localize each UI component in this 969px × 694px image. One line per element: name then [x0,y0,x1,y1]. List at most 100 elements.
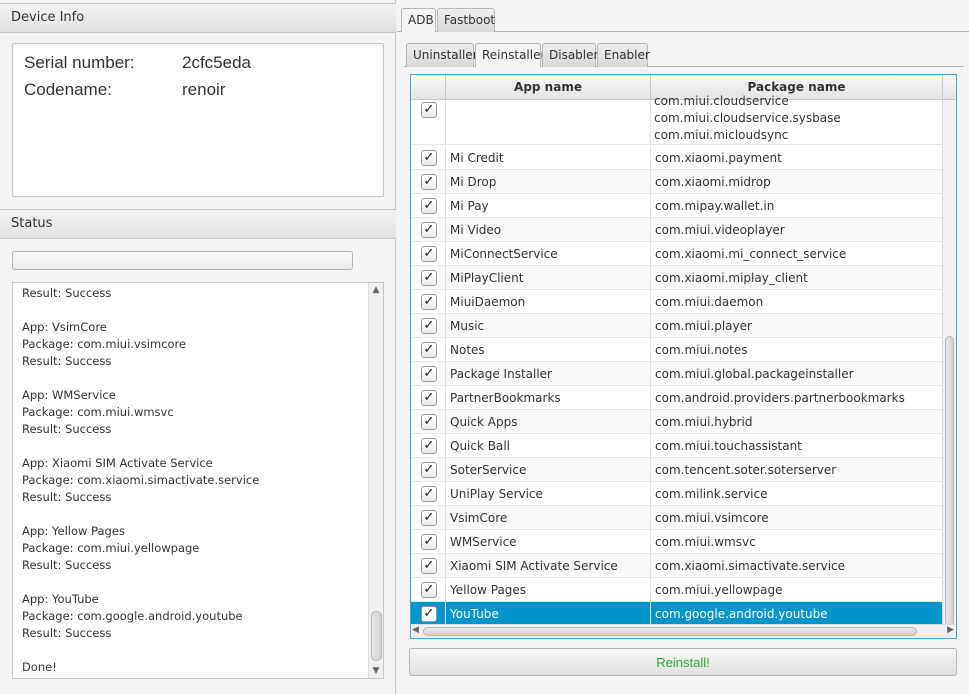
check-cell[interactable]: ✓ [411,266,446,290]
check-icon[interactable]: ✓ [421,318,437,334]
reinstall-button[interactable]: Reinstall! [409,648,957,676]
table-scrollbar[interactable] [942,100,956,626]
app-name-cell: Music [446,314,651,338]
check-icon[interactable]: ✓ [421,606,437,622]
table-row[interactable]: ✓ SoterService com.tencent.soter.soterserv… [411,458,942,482]
check-icon[interactable]: ✓ [421,438,437,454]
check-icon[interactable]: ✓ [421,270,437,286]
check-icon[interactable]: ✓ [421,558,437,574]
table-scroll-thumb[interactable] [945,336,954,626]
table-row[interactable]: ✓ Mi Video com.miui.videoplayer [411,218,942,242]
app-name-cell [446,100,651,145]
package-name-cell: com.miui.daemon [655,295,764,309]
check-icon[interactable]: ✓ [421,414,437,430]
scroll-up-icon[interactable]: ▲ [369,283,383,297]
scroll-left-icon[interactable]: ◀ [412,625,419,635]
check-cell[interactable]: ✓ [411,362,446,386]
check-icon[interactable]: ✓ [421,486,437,502]
check-cell[interactable]: ✓ [411,338,446,362]
table-row[interactable]: ✓ MiuiDaemon com.miui.daemon [411,290,942,314]
check-icon[interactable]: ✓ [421,462,437,478]
table-row[interactable]: ✓ Yellow Pages com.miui.yellowpage [411,578,942,602]
table-row[interactable]: ✓ VsimCore com.miui.vsimcore [411,506,942,530]
scroll-right-icon[interactable]: ▶ [947,625,954,635]
scroll-down-icon[interactable]: ▼ [369,664,383,678]
table-row[interactable]: ✓ PartnerBookmarks com.android.providers.p… [411,386,942,410]
table-row[interactable]: ✓ Notes com.miui.notes [411,338,942,362]
device-info-box: Serial number: 2cfc5eda Codename: renoir [12,43,384,197]
table-row[interactable]: ✓ MiPlayClient com.xiaomi.miplay_client [411,266,942,290]
status-header: Status [0,209,396,239]
tab-reinstaller[interactable]: Reinstaller [475,43,545,67]
check-cell[interactable]: ✓ [411,506,446,530]
header-check[interactable] [411,75,446,100]
check-cell[interactable]: ✓ [411,100,446,145]
package-name-cell: com.miui.hybrid [655,415,753,429]
table-hscroll-thumb[interactable] [423,627,917,636]
app-name-cell: Yellow Pages [446,578,651,602]
tab-disabler[interactable]: Disabler [542,43,598,67]
check-cell[interactable]: ✓ [411,290,446,314]
table-row[interactable]: ✓ Quick Ball com.miui.touchassistant [411,434,942,458]
package-name-cell: com.xiaomi.miplay_client [655,271,808,285]
check-icon[interactable]: ✓ [421,198,437,214]
table-row[interactable]: ✓ Mi Credit com.xiaomi.payment [411,146,942,170]
table-row[interactable]: ✓ UniPlay Service com.milink.service [411,482,942,506]
check-icon[interactable]: ✓ [421,342,437,358]
check-icon[interactable]: ✓ [421,102,437,118]
status-log[interactable]: Result: Success App: VsimCore Package: c… [12,282,384,679]
check-cell[interactable]: ✓ [411,530,446,554]
check-cell[interactable]: ✓ [411,314,446,338]
tab-uninstaller[interactable]: Uninstaller [406,43,478,67]
check-cell[interactable]: ✓ [411,578,446,602]
tab-enabler[interactable]: Enabler [597,43,650,67]
table-row[interactable]: ✓ Package Installer com.miui.global.packag… [411,362,942,386]
table-row[interactable]: ✓ MiConnectService com.xiaomi.mi_connect_s… [411,242,942,266]
check-cell[interactable]: ✓ [411,242,446,266]
check-icon[interactable]: ✓ [421,366,437,382]
table-row[interactable]: ✓ Xiaomi SIM Activate Service com.xiaomi.s… [411,554,942,578]
table-row[interactable]: ✓ Mi Pay com.mipay.wallet.in [411,194,942,218]
check-icon[interactable]: ✓ [421,582,437,598]
app-name-cell: Quick Ball [446,434,651,458]
table-row[interactable]: ✓ Quick Apps com.miui.hybrid [411,410,942,434]
check-icon[interactable]: ✓ [421,174,437,190]
check-cell[interactable]: ✓ [411,194,446,218]
check-icon[interactable]: ✓ [421,534,437,550]
app-name-cell: Mi Video [446,218,651,242]
check-icon[interactable]: ✓ [421,294,437,310]
check-icon[interactable]: ✓ [421,150,437,166]
table-row[interactable]: ✓ Music com.miui.player [411,314,942,338]
tab-adb[interactable]: ADB [401,8,436,32]
table-row[interactable]: ✓ WMService com.miui.wmsvc [411,530,942,554]
check-cell[interactable]: ✓ [411,458,446,482]
package-name-cell: com.miui.player [655,319,752,333]
table-row[interactable]: ✓ com.miui.cloudservice com.miui.cloudse… [411,94,942,145]
check-cell[interactable]: ✓ [411,554,446,578]
tab-fastboot[interactable]: Fastboot [437,8,495,32]
check-cell[interactable]: ✓ [411,602,446,626]
log-scrollbar[interactable]: ▲ ▼ [368,283,383,678]
check-cell[interactable]: ✓ [411,482,446,506]
check-cell[interactable]: ✓ [411,434,446,458]
check-icon[interactable]: ✓ [421,390,437,406]
apps-table[interactable]: App name Package name ✓ com.miui.cloudse… [410,74,957,639]
status-log-text: Result: Success App: VsimCore Package: c… [22,286,260,674]
app-name-cell: Mi Credit [446,146,651,170]
check-cell[interactable]: ✓ [411,410,446,434]
table-hscrollbar[interactable]: ◀ ▶ [411,624,956,638]
log-scroll-thumb[interactable] [371,611,382,661]
device-info-header: Device Info [0,3,396,33]
check-cell[interactable]: ✓ [411,386,446,410]
check-icon[interactable]: ✓ [421,246,437,262]
table-row[interactable]: ✓ Mi Drop com.xiaomi.midrop [411,170,942,194]
check-icon[interactable]: ✓ [421,222,437,238]
left-pane: Device Info Serial number: 2cfc5eda Coden… [0,0,396,694]
check-cell[interactable]: ✓ [411,146,446,170]
table-row[interactable]: ✓ YouTube com.google.android.youtube [411,602,942,626]
check-cell[interactable]: ✓ [411,218,446,242]
app-name-cell: PartnerBookmarks [446,386,651,410]
header-app-name[interactable]: App name [446,75,651,100]
check-icon[interactable]: ✓ [421,510,437,526]
check-cell[interactable]: ✓ [411,170,446,194]
